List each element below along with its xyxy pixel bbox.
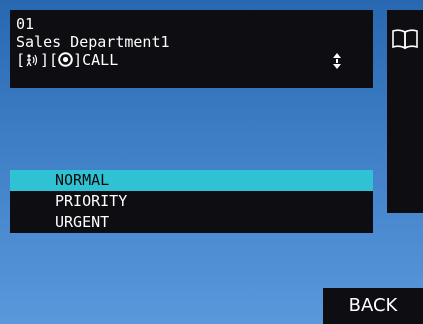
option-label: NORMAL [55, 171, 110, 189]
target-circle-icon [58, 52, 73, 67]
call-info-panel: 01 Sales Department1 [ ][ ]CALL [10, 10, 373, 88]
station-number: 01 [16, 15, 35, 33]
option-label: URGENT [55, 213, 110, 231]
call-label: ]CALL [73, 51, 119, 69]
broadcast-icon [26, 54, 38, 67]
scroll-updown-icon[interactable] [332, 53, 342, 69]
priority-option-urgent[interactable]: URGENT [10, 212, 373, 233]
priority-option-priority[interactable]: PRIORITY [10, 191, 373, 212]
book-icon[interactable] [391, 28, 419, 50]
bracket-open: [ [16, 51, 26, 69]
call-type-line: [ ][ ]CALL [16, 52, 118, 69]
option-label: PRIORITY [55, 192, 128, 210]
side-panel [387, 10, 423, 213]
back-button[interactable]: BACK [323, 288, 423, 324]
bracket-mid: ][ [40, 51, 59, 69]
priority-option-normal[interactable]: NORMAL [10, 170, 373, 191]
station-name: Sales Department1 [16, 33, 170, 51]
